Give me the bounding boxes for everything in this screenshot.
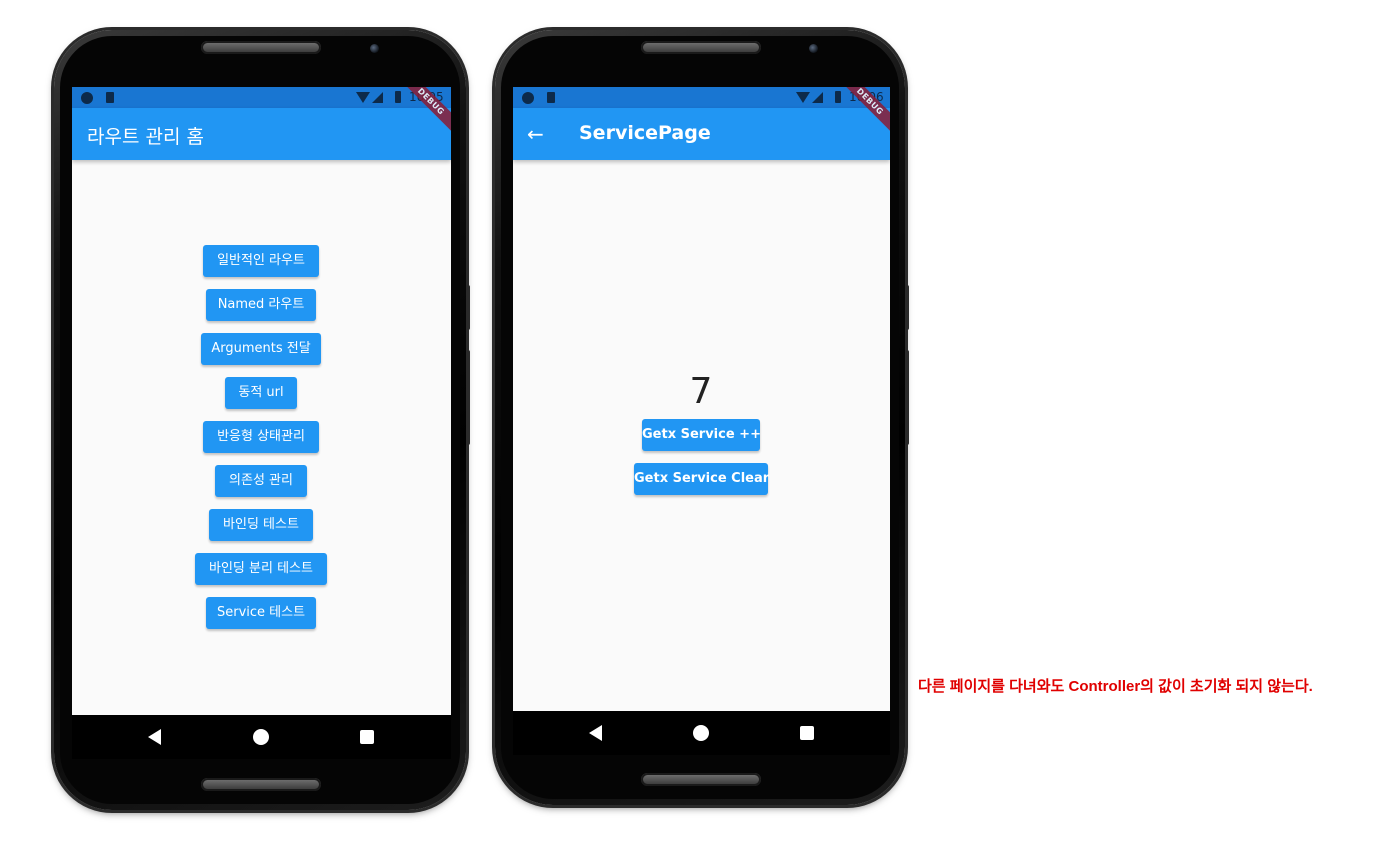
left-phone-frame: 10:05 라우트 관리 홈 DEBUG 일반적인 라우트 Named 라우트 … (54, 30, 470, 810)
getx-service-clear-button[interactable]: Getx Service Clear (634, 463, 769, 495)
right-phone-frame: 10:06 ← ServicePage DEBUG 7 Getx Service… (495, 30, 909, 805)
nav-back-icon[interactable] (589, 725, 602, 741)
front-camera (809, 44, 818, 53)
nav-bar (513, 711, 890, 755)
bottom-speaker (201, 778, 321, 791)
notification-dot-icon (81, 92, 93, 104)
sd-card-icon (547, 92, 555, 103)
top-speaker (641, 41, 761, 54)
signal-icon (812, 92, 823, 103)
volume-button[interactable] (905, 350, 909, 445)
wifi-icon (356, 92, 370, 103)
power-button[interactable] (466, 285, 470, 330)
app-bar: 라우트 관리 홈 (72, 108, 451, 160)
power-button[interactable] (905, 285, 909, 330)
getx-service-increment-button[interactable]: Getx Service ++ (642, 419, 761, 451)
nav-bar (72, 715, 451, 759)
status-bar: 10:05 (72, 87, 451, 108)
signal-icon (372, 92, 383, 103)
battery-icon (395, 91, 401, 103)
caption-note: 다른 페이지를 다녀와도 Controller의 값이 초기화 되지 않는다. (918, 678, 1313, 695)
page-title: 라우트 관리 홈 (87, 126, 204, 148)
wifi-icon (796, 92, 810, 103)
left-screen: 10:05 라우트 관리 홈 DEBUG 일반적인 라우트 Named 라우트 … (72, 87, 451, 759)
notification-dot-icon (522, 92, 534, 104)
sd-card-icon (106, 92, 114, 103)
bottom-speaker (641, 773, 761, 786)
volume-button[interactable] (466, 350, 470, 445)
nav-home-icon[interactable] (693, 725, 709, 741)
reactive-state-button[interactable]: 반응형 상태관리 (203, 421, 319, 453)
arguments-button[interactable]: Arguments 전달 (201, 333, 321, 365)
front-camera (370, 44, 379, 53)
nav-recent-icon[interactable] (360, 730, 374, 744)
binding-test-button[interactable]: 바인딩 테스트 (209, 509, 313, 541)
service-test-button[interactable]: Service 테스트 (206, 597, 316, 629)
nav-recent-icon[interactable] (800, 726, 814, 740)
status-bar: 10:06 (513, 87, 890, 108)
battery-icon (835, 91, 841, 103)
top-speaker (201, 41, 321, 54)
general-route-button[interactable]: 일반적인 라우트 (203, 245, 319, 277)
nav-back-icon[interactable] (148, 729, 161, 745)
counter-value: 7 (689, 371, 713, 412)
right-screen: 10:06 ← ServicePage DEBUG 7 Getx Service… (513, 87, 890, 755)
named-route-button[interactable]: Named 라우트 (206, 289, 316, 321)
dependency-button[interactable]: 의존성 관리 (215, 465, 307, 497)
arrow-left-icon[interactable]: ← (527, 122, 544, 146)
nav-home-icon[interactable] (253, 729, 269, 745)
dynamic-url-button[interactable]: 동적 url (225, 377, 297, 409)
binding-split-test-button[interactable]: 바인딩 분리 테스트 (195, 553, 327, 585)
page-title: ServicePage (579, 122, 711, 144)
app-bar: ← ServicePage (513, 108, 890, 160)
